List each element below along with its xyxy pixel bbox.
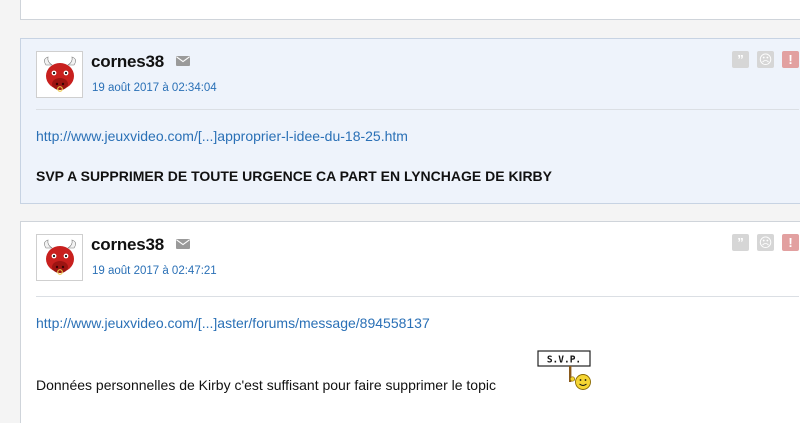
post-divider <box>36 109 799 110</box>
sad-face-icon[interactable]: ☹ <box>757 234 774 251</box>
post-text: Données personnelles de Kirby c'est suff… <box>36 377 496 393</box>
svp-sticker-text: S.V.P. <box>547 355 581 366</box>
forum-post: cornes38 19 août 2017 à 02:47:21 ” ☹ ! h… <box>20 221 800 423</box>
bull-avatar-icon <box>43 56 76 92</box>
alert-icon[interactable]: ! <box>782 51 799 68</box>
svp-sticker-icon: S.V.P. <box>537 350 591 390</box>
quote-icon[interactable]: ” <box>732 51 749 68</box>
post-actions: ” ☹ ! <box>724 234 799 254</box>
post-divider <box>36 296 799 297</box>
author-name[interactable]: cornes38 <box>91 235 164 255</box>
forum-post: cornes38 19 août 2017 à 02:34:04 ” ☹ ! h… <box>20 38 800 204</box>
post-actions: ” ☹ ! <box>724 51 799 71</box>
quote-icon[interactable]: ” <box>732 234 749 251</box>
author-name[interactable]: cornes38 <box>91 52 164 72</box>
mail-icon[interactable] <box>176 56 190 66</box>
avatar[interactable] <box>36 234 83 281</box>
post-date[interactable]: 19 août 2017 à 02:47:21 <box>92 265 217 277</box>
post-link[interactable]: http://www.jeuxvideo.com/[...]aster/foru… <box>36 315 430 331</box>
sad-face-icon[interactable]: ☹ <box>757 51 774 68</box>
avatar[interactable] <box>36 51 83 98</box>
bull-avatar-icon <box>43 239 76 275</box>
post-link[interactable]: http://www.jeuxvideo.com/[...]approprier… <box>36 128 408 144</box>
alert-icon[interactable]: ! <box>782 234 799 251</box>
mail-icon[interactable] <box>176 239 190 249</box>
post-text: SVP A SUPPRIMER DE TOUTE URGENCE CA PART… <box>36 168 552 184</box>
previous-post <box>20 0 800 20</box>
post-date[interactable]: 19 août 2017 à 02:34:04 <box>92 82 217 94</box>
